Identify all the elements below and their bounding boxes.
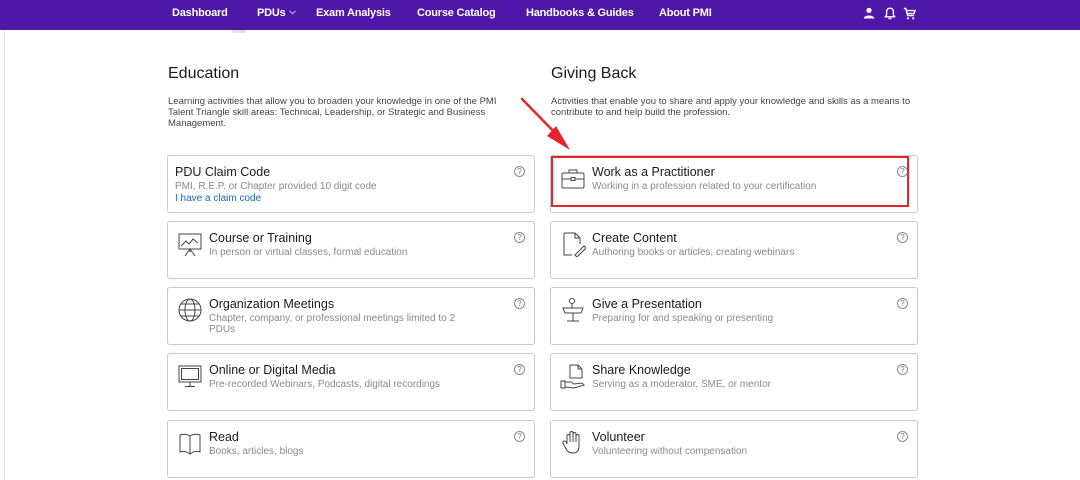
card-course-or-training[interactable]: Course or Training In person or virtual …	[167, 221, 535, 279]
cart-icon[interactable]	[903, 7, 916, 20]
card-volunteer[interactable]: Volunteer Volunteering without compensat…	[550, 420, 918, 478]
document-pen-icon	[563, 232, 586, 257]
card-title: Volunteer	[592, 430, 645, 444]
education-title: Education	[168, 65, 240, 82]
card-title: Online or Digital Media	[209, 363, 336, 377]
presentation-board-icon	[178, 233, 202, 257]
globe-icon	[178, 298, 202, 322]
nav-pdus[interactable]: PDUs	[257, 0, 296, 30]
nav-course-catalog[interactable]: Course Catalog	[417, 0, 496, 30]
card-title: Create Content	[592, 231, 677, 245]
chevron-down-icon	[288, 10, 296, 15]
top-navigation-bar: Dashboard PDUs Exam Analysis Course Cata…	[0, 0, 1080, 30]
nav-dropdown-trim	[232, 30, 246, 33]
user-icon[interactable]	[863, 7, 875, 19]
card-subtitle: Volunteering without compensation	[592, 446, 748, 457]
giving-back-description: Activities that enable you to share and …	[551, 96, 911, 118]
card-subtitle: Preparing for and speaking or presenting	[592, 313, 774, 324]
card-share-knowledge[interactable]: Share Knowledge Serving as a moderator, …	[550, 353, 918, 411]
card-title: Read	[209, 430, 239, 444]
bell-icon[interactable]	[884, 7, 896, 20]
card-title: PDU Claim Code	[175, 165, 271, 179]
monitor-icon	[178, 365, 202, 387]
podium-icon	[562, 298, 584, 322]
help-icon[interactable]: ?	[514, 431, 525, 442]
card-organization-meetings[interactable]: Organization Meetings Chapter, company, …	[167, 287, 535, 345]
help-icon[interactable]: ?	[897, 166, 908, 177]
claim-code-link[interactable]: I have a claim code	[175, 193, 261, 204]
nav-pdus-label: PDUs	[257, 7, 286, 19]
card-work-as-practitioner[interactable]: Work as a Practitioner Working in a prof…	[550, 155, 918, 213]
card-title: Share Knowledge	[592, 363, 691, 377]
help-icon[interactable]: ?	[897, 298, 908, 309]
help-icon[interactable]: ?	[897, 364, 908, 375]
card-title: Course or Training	[209, 231, 312, 245]
card-online-digital-media[interactable]: Online or Digital Media Pre-recorded Web…	[167, 353, 535, 411]
annotation-arrow-icon	[520, 97, 570, 150]
card-subtitle: Serving as a moderator, SME, or mentor	[592, 379, 771, 390]
giving-back-title: Giving Back	[551, 65, 637, 82]
help-icon[interactable]: ?	[897, 232, 908, 243]
book-icon	[179, 433, 201, 455]
card-create-content[interactable]: Create Content Authoring books or articl…	[550, 221, 918, 279]
card-subtitle: Authoring books or articles, creating we…	[592, 247, 795, 258]
raised-hand-icon	[562, 430, 580, 454]
card-subtitle: Books, articles, blogs	[209, 446, 304, 457]
help-icon[interactable]: ?	[897, 431, 908, 442]
card-give-presentation[interactable]: Give a Presentation Preparing for and sp…	[550, 287, 918, 345]
card-subtitle: PMI, R.E.P. or Chapter provided 10 digit…	[175, 181, 377, 192]
nav-dashboard[interactable]: Dashboard	[172, 0, 228, 30]
nav-handbooks-guides[interactable]: Handbooks & Guides	[526, 0, 634, 30]
card-title: Give a Presentation	[592, 297, 702, 311]
help-icon[interactable]: ?	[514, 232, 525, 243]
card-subtitle: Chapter, company, or professional meetin…	[209, 313, 456, 335]
education-description: Learning activities that allow you to br…	[168, 96, 497, 129]
card-title: Organization Meetings	[209, 297, 335, 311]
card-subtitle: Pre-recorded Webinars, Podcasts, digital…	[209, 379, 441, 390]
nav-about-pmi[interactable]: About PMI	[659, 0, 712, 30]
card-title: Work as a Practitioner	[592, 165, 715, 179]
help-icon[interactable]: ?	[514, 166, 525, 177]
help-icon[interactable]: ?	[514, 364, 525, 375]
share-hand-icon	[560, 364, 585, 389]
briefcase-icon	[561, 169, 585, 189]
nav-exam-analysis[interactable]: Exam Analysis	[316, 0, 391, 30]
card-subtitle: Working in a profession related to your …	[592, 181, 817, 192]
card-pdu-claim-code[interactable]: PDU Claim Code PMI, R.E.P. or Chapter pr…	[167, 155, 535, 213]
card-subtitle: In person or virtual classes, formal edu…	[209, 247, 408, 258]
card-read[interactable]: Read Books, articles, blogs ?	[167, 420, 535, 478]
help-icon[interactable]: ?	[514, 298, 525, 309]
page-left-border	[4, 30, 5, 480]
